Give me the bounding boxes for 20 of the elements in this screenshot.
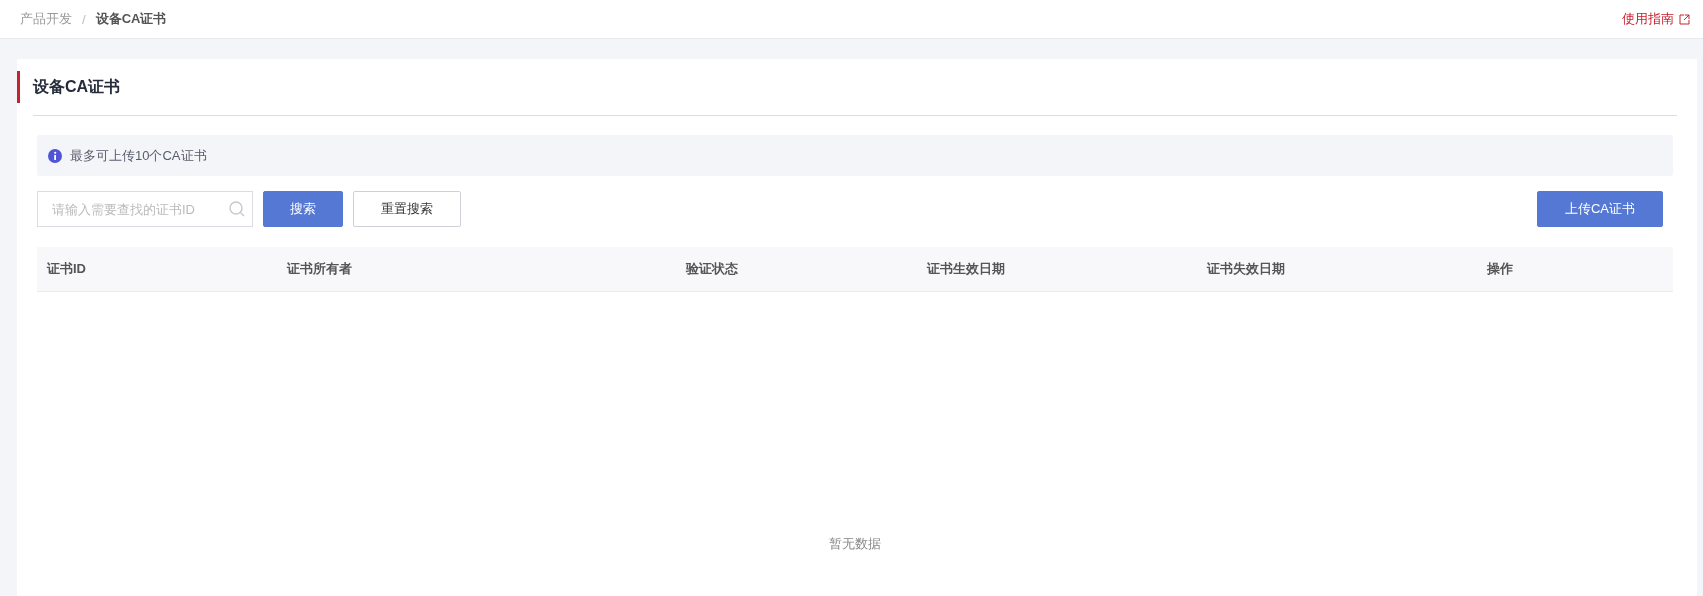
column-header: 证书所有者	[287, 260, 353, 278]
info-icon	[48, 148, 62, 163]
search-field[interactable]: 请输入需要查找的证书ID	[37, 191, 253, 227]
column-header: 证书ID	[47, 260, 87, 278]
column-header: 操作	[1487, 260, 1514, 278]
external-link-icon	[1679, 13, 1690, 25]
page-title: 设备CA证书	[33, 76, 121, 97]
guide-link[interactable]: 使用指南	[1622, 10, 1690, 28]
breadcrumb-separator: /	[82, 11, 86, 27]
breadcrumb-item: 设备CA证书	[95, 10, 167, 28]
column-header: 证书失效日期	[1207, 260, 1286, 278]
reset-button[interactable]: 重置搜索	[353, 191, 461, 227]
column-header: 证书生效日期	[927, 260, 1006, 278]
breadcrumb-item[interactable]: 产品开发	[20, 10, 72, 28]
column-header: 验证状态	[686, 260, 739, 278]
empty-message: 暂无数据	[829, 536, 881, 551]
search-icon	[229, 201, 245, 217]
notice-text: 最多可上传10个CA证书	[70, 146, 207, 165]
upload-button[interactable]: 上传CA证书	[1537, 191, 1663, 227]
search-button[interactable]: 搜索	[263, 191, 343, 227]
